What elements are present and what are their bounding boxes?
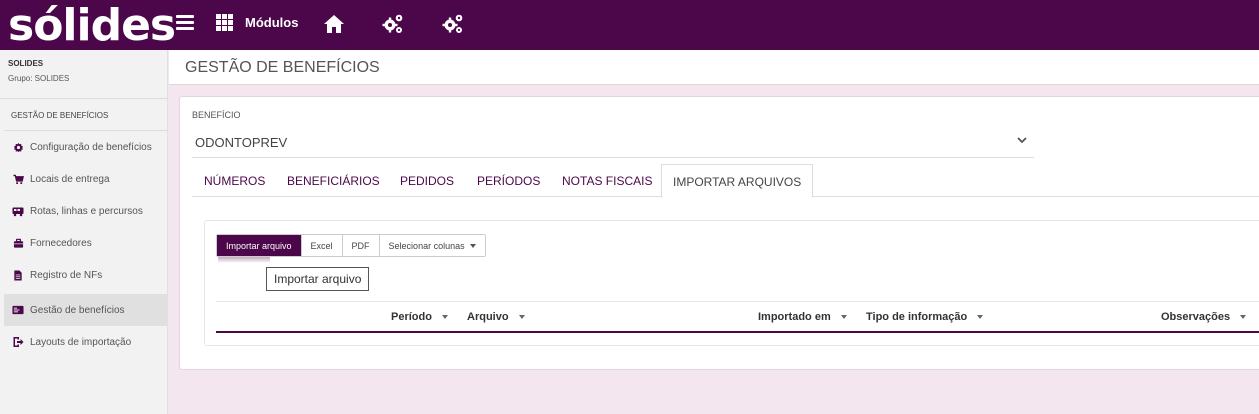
toolbar-button-group: Importar arquivo Excel PDF Selecionar co… — [216, 234, 486, 257]
pdf-export-button[interactable]: PDF — [342, 235, 380, 256]
caret-down-icon — [469, 243, 476, 248]
home-icon[interactable] — [322, 12, 346, 36]
cart-icon — [12, 173, 24, 185]
sidebar-item-gestao-beneficios[interactable]: Gestão de benefícios — [4, 294, 168, 326]
sidebar-item-fornecedores[interactable]: Fornecedores — [4, 227, 168, 259]
column-header-periodo[interactable]: Período — [391, 311, 448, 323]
chevron-down-icon — [1017, 137, 1027, 144]
column-header-label: Período — [391, 311, 432, 323]
import-icon — [12, 336, 24, 348]
column-header-label: Observações — [1161, 311, 1231, 323]
bus-icon — [12, 205, 24, 217]
tab-bar: NÚMEROS BENEFICIÁRIOS PEDIDOS PERÍODOS N… — [192, 164, 1259, 198]
sort-caret-icon — [840, 315, 847, 319]
org-group: Grupo: SOLIDES — [8, 74, 70, 83]
tab-numeros[interactable]: NÚMEROS — [204, 164, 265, 197]
org-name: SOLIDES — [8, 59, 44, 68]
import-file-button[interactable]: Importar arquivo — [217, 235, 302, 256]
sidebar-item-configuracao-beneficios[interactable]: Configuração de benefícios — [4, 131, 168, 163]
tab-beneficiarios[interactable]: BENEFICIÁRIOS — [287, 164, 380, 197]
select-columns-label: Selecionar colunas — [388, 240, 465, 251]
menu-icon[interactable] — [176, 15, 194, 31]
gear-icon — [12, 141, 24, 153]
top-navbar: sólides Módulos — [0, 0, 1259, 50]
sidebar-item-rotas[interactable]: Rotas, linhas e percursos — [4, 195, 168, 227]
sidebar: SOLIDES Grupo: SOLIDES GESTÃO DE BENEFÍC… — [0, 50, 168, 414]
sidebar-item-label: Fornecedores — [30, 237, 92, 249]
sort-caret-icon — [441, 315, 448, 319]
card-icon — [12, 304, 24, 316]
column-header-label: Tipo de informação — [866, 311, 968, 323]
sort-caret-icon — [1240, 315, 1247, 319]
briefcase-icon — [12, 237, 24, 249]
column-header-label: Importado em — [758, 311, 831, 323]
modules-button[interactable]: Módulos — [216, 14, 298, 31]
modules-label: Módulos — [245, 15, 299, 30]
sidebar-item-label: Rotas, linhas e percursos — [30, 205, 143, 217]
gears-icon[interactable] — [381, 12, 405, 36]
grid-header: Período Arquivo Importado em Tipo de inf… — [216, 301, 1259, 333]
column-header-tipo-informacao[interactable]: Tipo de informação — [866, 311, 984, 323]
sidebar-item-label: Locais de entrega — [30, 173, 110, 185]
main-card: BENEFÍCIO ODONTOPREV NÚMEROS BENEFICIÁRI… — [179, 96, 1259, 370]
tab-periodos[interactable]: PERÍODOS — [477, 164, 540, 197]
sidebar-item-label: Configuração de benefícios — [30, 141, 152, 153]
tab-pedidos[interactable]: PEDIDOS — [400, 164, 454, 197]
page-title: GESTÃO DE BENEFÍCIOS — [185, 59, 380, 76]
sidebar-section-title: GESTÃO DE BENEFÍCIOS — [11, 111, 109, 120]
apps-grid-icon — [216, 14, 233, 31]
sidebar-item-registro-nfs[interactable]: Registro de NFs — [4, 259, 168, 291]
excel-export-button[interactable]: Excel — [301, 235, 343, 256]
tooltip: Importar arquivo — [266, 267, 370, 291]
benefit-select[interactable]: ODONTOPREV — [192, 126, 1034, 158]
tab-notas-fiscais[interactable]: NOTAS FISCAIS — [562, 164, 652, 197]
sidebar-divider — [0, 98, 168, 99]
sidebar-item-label: Gestão de benefícios — [30, 304, 125, 316]
column-header-importado-em[interactable]: Importado em — [758, 311, 847, 323]
gears-icon[interactable] — [441, 12, 465, 36]
tab-importar-arquivos[interactable]: IMPORTAR ARQUIVOS — [661, 164, 814, 198]
sort-caret-icon — [518, 315, 525, 319]
select-columns-button[interactable]: Selecionar colunas — [379, 235, 485, 256]
solides-logo[interactable]: sólides — [8, 4, 176, 48]
sidebar-item-layouts-importacao[interactable]: Layouts de importação — [4, 326, 168, 358]
sidebar-item-label: Layouts de importação — [30, 336, 132, 348]
benefit-selected-value: ODONTOPREV — [195, 135, 288, 150]
benefit-label: BENEFÍCIO — [192, 110, 241, 120]
column-header-label: Arquivo — [467, 311, 509, 323]
document-icon — [12, 269, 24, 281]
import-panel: Importar arquivo Excel PDF Selecionar co… — [204, 220, 1259, 346]
column-header-observacoes[interactable]: Observações — [1161, 311, 1247, 323]
sidebar-item-label: Registro de NFs — [30, 269, 103, 281]
column-header-arquivo[interactable]: Arquivo — [467, 311, 525, 323]
sidebar-item-locais-entrega[interactable]: Locais de entrega — [4, 163, 168, 195]
button-shadow — [218, 257, 270, 263]
page-header: GESTÃO DE BENEFÍCIOS — [169, 50, 1259, 85]
sort-caret-icon — [977, 315, 984, 319]
